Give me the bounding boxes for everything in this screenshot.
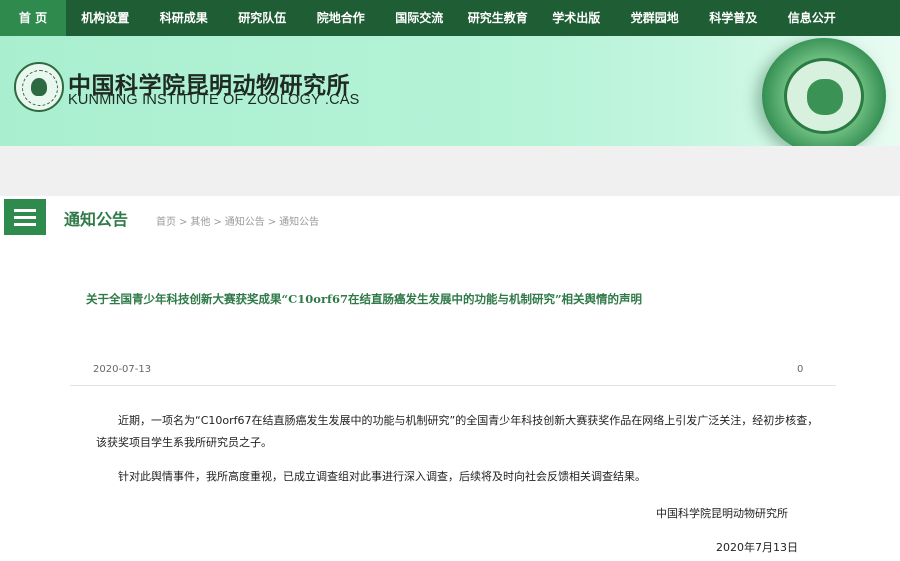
- menu-bar: [14, 216, 36, 219]
- institute-emblem-icon: [762, 38, 886, 146]
- nav-item-publishing[interactable]: 学术出版: [537, 0, 616, 36]
- article-paragraph-1: 近期，一项名为“C10orf67在结直肠癌发生发展中的功能与机制研究”的全国青少…: [96, 414, 819, 449]
- emblem-inner: [784, 58, 864, 134]
- breadcrumb-home[interactable]: 首页: [156, 217, 176, 228]
- nav-item-information-disclosure[interactable]: 信息公开: [773, 0, 852, 36]
- nav-item-party[interactable]: 党群园地: [616, 0, 695, 36]
- top-nav: 首 页 机构设置 科研成果 研究队伍 院地合作 国际交流 研究生教育 学术出版 …: [0, 0, 900, 36]
- breadcrumb-separator: >: [213, 217, 222, 228]
- meta-divider: [70, 385, 836, 386]
- header-band: [0, 146, 900, 196]
- nav-item-home[interactable]: 首 页: [0, 0, 66, 36]
- article-date: 2020-07-13: [93, 364, 152, 375]
- site-banner: 中国科学院昆明动物研究所 KUNMING INSTITUTE OF ZOOLOG…: [0, 36, 900, 146]
- breadcrumb: 首页 > 其他 > 通知公告 > 通知公告: [156, 213, 319, 228]
- article-signature: 中国科学院昆明动物研究所: [656, 507, 788, 520]
- breadcrumb-separator: >: [179, 217, 188, 228]
- hamburger-menu-icon[interactable]: [4, 199, 46, 235]
- breadcrumb-current[interactable]: 通知公告: [279, 217, 319, 228]
- breadcrumb-other[interactable]: 其他: [190, 217, 210, 228]
- menu-bar: [14, 209, 36, 212]
- institute-name-en[interactable]: KUNMING INSTITUTE OF ZOOLOGY .CAS: [68, 92, 360, 108]
- article-sign-date: 2020年7月13日: [716, 541, 798, 554]
- menu-bar: [14, 223, 36, 226]
- breadcrumb-separator: >: [267, 217, 277, 228]
- article-paragraph-2: 针对此舆情事件，我所高度重视，已成立调查组对此事进行深入调查，后续将及时向社会反…: [118, 470, 646, 483]
- institute-logo-icon[interactable]: [14, 62, 64, 112]
- article-title: 关于全国青少年科技创新大赛获奖成果“C10orf67在结直肠癌发生发展中的功能与…: [86, 292, 643, 306]
- section-title: 通知公告: [64, 210, 129, 229]
- nav-item-graduate-education[interactable]: 研究生教育: [459, 0, 538, 36]
- nav-item-cooperation[interactable]: 院地合作: [302, 0, 381, 36]
- article-view-count: 0: [797, 364, 804, 375]
- nav-item-science-popularization[interactable]: 科学普及: [694, 0, 773, 36]
- nav-item-organization[interactable]: 机构设置: [66, 0, 145, 36]
- nav-item-research-team[interactable]: 研究队伍: [223, 0, 302, 36]
- nav-item-research-results[interactable]: 科研成果: [145, 0, 224, 36]
- nav-item-international[interactable]: 国际交流: [380, 0, 459, 36]
- breadcrumb-notices[interactable]: 通知公告: [225, 217, 265, 228]
